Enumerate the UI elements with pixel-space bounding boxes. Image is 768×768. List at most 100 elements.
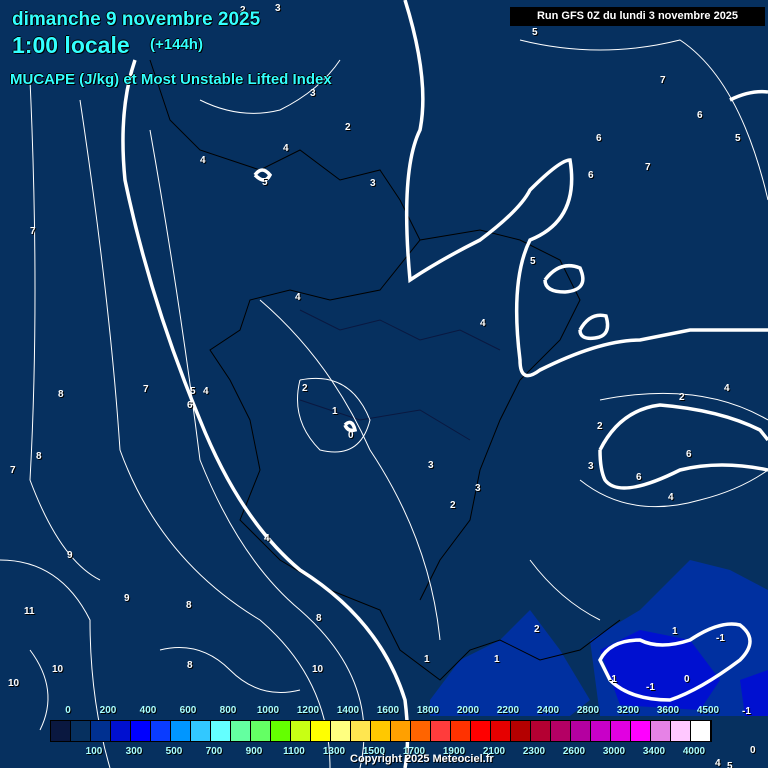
legend-swatch: [271, 721, 291, 741]
legend-swatch: [51, 721, 71, 741]
contour-label: 5: [735, 133, 741, 144]
legend-label: 3000: [602, 746, 626, 757]
legend-label: 2200: [496, 705, 520, 716]
contour-label: 1: [494, 654, 500, 665]
contour-label: 6: [596, 133, 602, 144]
legend-swatch: [211, 721, 231, 741]
legend-swatch: [291, 721, 311, 741]
legend-swatch: [311, 721, 331, 741]
contour-label: 3: [310, 88, 316, 99]
contour-label: 0: [348, 430, 354, 441]
legend-label: 300: [125, 746, 143, 757]
contour-label: 8: [186, 600, 192, 611]
contour-label: 9: [124, 593, 130, 604]
legend-swatch: [591, 721, 611, 741]
contour-label: 4: [724, 383, 730, 394]
legend-swatch: [651, 721, 671, 741]
legend-swatch: [191, 721, 211, 741]
legend-label: 4500: [696, 705, 720, 716]
legend-label: 1400: [336, 705, 360, 716]
contour-label: 2: [534, 624, 540, 635]
contour-label: -1: [742, 706, 751, 717]
contour-label: 7: [30, 226, 36, 237]
contour-label: 5: [262, 177, 268, 188]
contour-label: 8: [316, 613, 322, 624]
contour-label: 7: [645, 162, 651, 173]
legend-swatch: [551, 721, 571, 741]
map-title: MUCAPE (J/kg) et Most Unstable Lifted In…: [10, 71, 332, 88]
legend-swatch: [171, 721, 191, 741]
contour-label: 9: [67, 550, 73, 561]
legend-label: 3600: [656, 705, 680, 716]
contour-label: 5: [190, 386, 196, 397]
legend-swatch: [71, 721, 91, 741]
contour-label: 0: [750, 745, 756, 756]
coastlines-borders: [149, 59, 621, 681]
legend-swatch: [331, 721, 351, 741]
legend-swatch: [231, 721, 251, 741]
legend-swatch: [531, 721, 551, 741]
contour-label: 3: [475, 483, 481, 494]
contour-label: 4: [200, 155, 206, 166]
legend-swatch: [511, 721, 531, 741]
run-info: Run GFS 0Z du lundi 3 novembre 2025: [510, 7, 765, 26]
contour-label: 1: [332, 406, 338, 417]
contour-label: 2: [302, 383, 308, 394]
contour-label: 3: [275, 3, 281, 14]
contour-label: 4: [668, 492, 674, 503]
contour-label: 2: [679, 392, 685, 403]
contour-label: 4: [295, 292, 301, 303]
color-legend-bar: [50, 720, 712, 742]
contour-label: 10: [8, 678, 20, 689]
legend-swatch: [251, 721, 271, 741]
contour-label: 6: [588, 170, 594, 181]
legend-label: 4000: [682, 746, 706, 757]
contour-label: 7: [10, 465, 16, 476]
legend-swatch: [571, 721, 591, 741]
legend-label: 0: [65, 705, 71, 716]
contour-label: 5: [532, 27, 538, 38]
contour-label: 6: [697, 110, 703, 121]
legend-label: 100: [85, 746, 103, 757]
map-layer: [0, 0, 768, 768]
contour-label: 2: [345, 122, 351, 133]
legend-label: 700: [205, 746, 223, 757]
contour-label: 0: [684, 674, 690, 685]
forecast-lead: (+144h): [150, 36, 203, 53]
legend-swatch: [371, 721, 391, 741]
contour-label: 10: [312, 664, 324, 675]
contour-label: 8: [58, 389, 64, 400]
legend-swatch: [611, 721, 631, 741]
legend-label: 1000: [256, 705, 280, 716]
legend-label: 2000: [456, 705, 480, 716]
legend-label: 400: [139, 705, 157, 716]
contour-label: 5: [530, 256, 536, 267]
legend-swatch: [351, 721, 371, 741]
legend-label: 2400: [536, 705, 560, 716]
contour-label: 1: [424, 654, 430, 665]
contour-label: 4: [715, 758, 721, 768]
contour-label: 3: [370, 178, 376, 189]
legend-swatch: [691, 721, 711, 741]
contour-label: 6: [187, 400, 193, 411]
legend-swatch: [131, 721, 151, 741]
forecast-time: 1:00 locale: [12, 32, 130, 58]
legend-label: 1100: [283, 746, 305, 757]
contour-label: 10: [52, 664, 64, 675]
contour-label: 7: [143, 384, 149, 395]
copyright: Copyright 2025 Meteociel.fr: [350, 753, 494, 765]
legend-label: 1600: [376, 705, 400, 716]
legend-swatch: [491, 721, 511, 741]
legend-swatch: [471, 721, 491, 741]
contour-label: -1: [608, 674, 617, 685]
legend-swatch: [631, 721, 651, 741]
legend-label: 2600: [562, 746, 586, 757]
legend-label: 900: [245, 746, 263, 757]
contour-label: 4: [480, 318, 486, 329]
contour-label: 11: [24, 606, 35, 617]
legend-swatch: [111, 721, 131, 741]
contour-label: 4: [283, 143, 289, 154]
contour-label: 5: [727, 761, 733, 768]
legend-label: 1200: [296, 705, 320, 716]
legend-label: 500: [165, 746, 183, 757]
